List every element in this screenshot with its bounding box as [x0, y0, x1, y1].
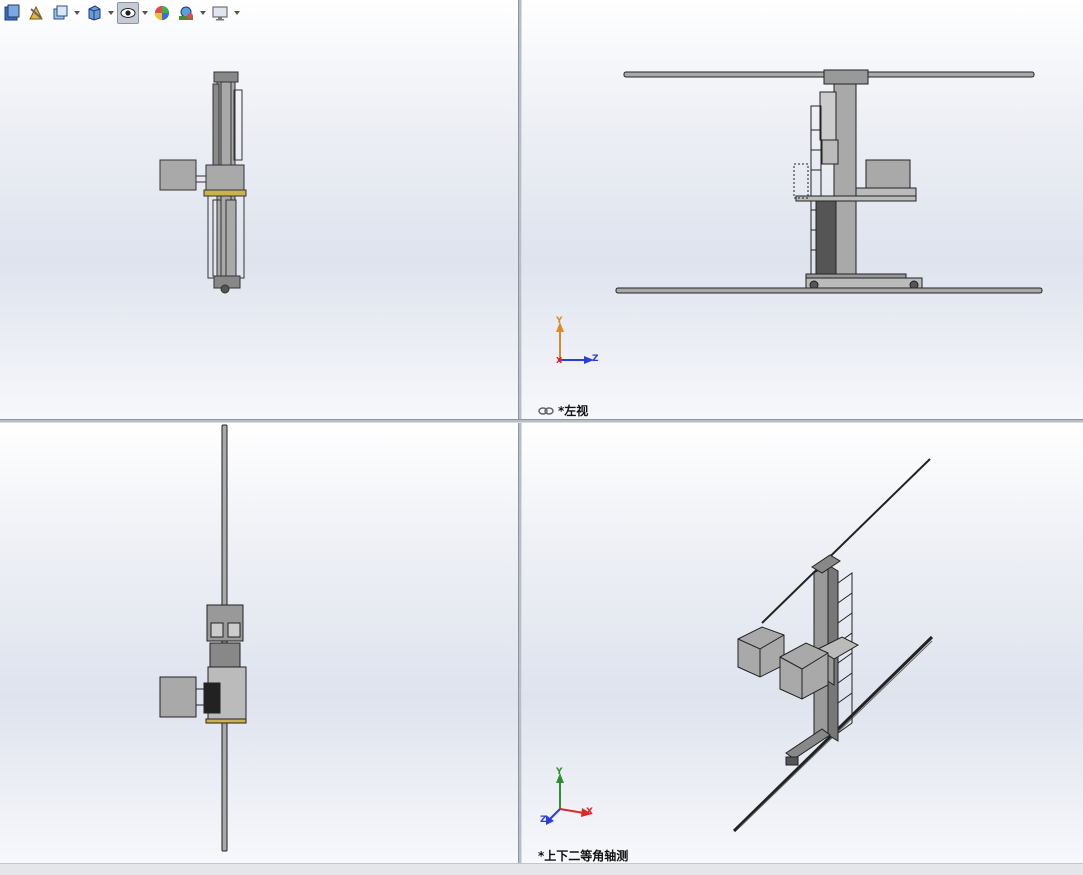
viewport-bottom-left[interactable] [0, 423, 518, 863]
display-style-dropdown[interactable] [107, 2, 115, 24]
hide-show-items-icon[interactable] [117, 2, 139, 24]
view-name-left: *左视 [538, 402, 588, 419]
axis-label-x-iso: X [586, 807, 593, 817]
axis-label-z: Z [592, 354, 599, 364]
section-view-icon[interactable] [25, 2, 47, 24]
model-isometric-view[interactable] [522, 423, 1083, 863]
view-label-left: *左视 [558, 404, 589, 418]
view-settings-icon[interactable] [209, 2, 231, 24]
model-left-view[interactable] [522, 0, 1083, 419]
model-top-left[interactable] [0, 0, 518, 419]
view-orientation-icon[interactable] [1, 2, 23, 24]
display-style-icon[interactable] [83, 2, 105, 24]
view-name-isometric: *上下二等角轴测 [538, 847, 628, 863]
view-toolbar [0, 0, 281, 26]
hide-show-items-dropdown[interactable] [141, 2, 149, 24]
viewport-splitter-horizontal[interactable] [0, 419, 1083, 423]
edit-appearance-icon[interactable] [151, 2, 173, 24]
viewport-top-right[interactable]: Y Z X *左视 [522, 0, 1083, 419]
axis-label-y-iso: Y [556, 767, 563, 777]
axis-triad-isometric [546, 773, 592, 825]
status-bar [0, 863, 1083, 875]
axis-label-x: X [556, 356, 563, 365]
view-settings-dropdown[interactable] [233, 2, 241, 24]
apply-scene-icon[interactable] [175, 2, 197, 24]
viewport-bottom-right[interactable]: Y X Z *上下二等角轴测 [522, 423, 1083, 863]
view-label-isometric: *上下二等角轴测 [538, 849, 629, 863]
zoom-area-icon[interactable] [49, 2, 71, 24]
model-bottom-left[interactable] [0, 423, 518, 863]
zoom-area-dropdown[interactable] [73, 2, 81, 24]
apply-scene-dropdown[interactable] [199, 2, 207, 24]
viewport-top-left[interactable] [0, 0, 518, 419]
link-views-icon[interactable] [538, 406, 554, 416]
viewport-splitter-vertical[interactable] [518, 0, 522, 863]
axis-label-y: Y [556, 316, 563, 326]
axis-label-z-iso: Z [540, 815, 547, 825]
